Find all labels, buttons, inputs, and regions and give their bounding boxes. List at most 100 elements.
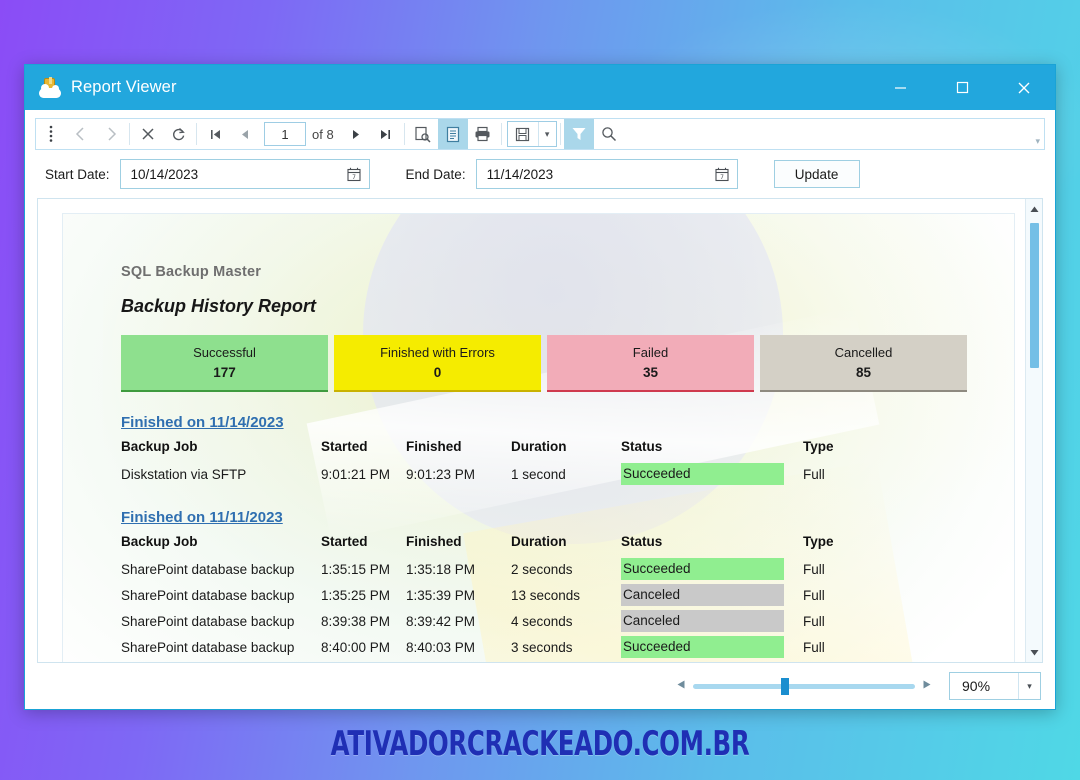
update-button[interactable]: Update (773, 160, 860, 188)
table-header-row: Backup Job Started Finished Duration Sta… (121, 439, 863, 461)
backup-history-table: Backup Job Started Finished Duration Sta… (121, 439, 863, 487)
zoom-increase-icon[interactable] (923, 680, 931, 692)
table-row: SharePoint database backup 1:35:25 PM 1:… (121, 582, 863, 608)
cell-status: Canceled (621, 582, 803, 608)
status-bar: 90% ▾ (25, 663, 1055, 709)
report-page: SQL Backup Master Backup History Report … (62, 213, 1015, 662)
cell-started: 8:39:38 PM (321, 613, 391, 629)
column-header-status: Status (621, 439, 663, 454)
close-button[interactable] (993, 65, 1055, 110)
refresh-icon[interactable] (163, 119, 193, 149)
toolbar-divider (196, 123, 197, 145)
chevron-down-icon[interactable]: ▾ (1018, 673, 1040, 699)
card-label: Successful (193, 345, 256, 360)
first-page-icon[interactable] (200, 119, 230, 149)
column-header-started: Started (321, 534, 368, 549)
zoom-level-dropdown[interactable]: 90% ▾ (949, 672, 1041, 700)
start-date-value: 10/14/2023 (130, 166, 199, 182)
card-label: Failed (632, 345, 669, 360)
cell-type: Full (803, 613, 825, 629)
cell-finished: 9:01:23 PM (406, 466, 476, 482)
next-page-icon[interactable] (341, 119, 371, 149)
maximize-button[interactable] (931, 65, 993, 110)
summary-card-failed: Failed 35 (547, 335, 754, 392)
table-row: SharePoint database backup 8:39:38 PM 8:… (121, 608, 863, 634)
cell-started: 8:40:00 PM (321, 639, 391, 655)
group-heading[interactable]: Finished on 11/11/2023 (121, 509, 1014, 526)
cell-type: Full (803, 466, 825, 482)
report-vertical-scrollbar[interactable] (1025, 199, 1042, 662)
report-brand: SQL Backup Master (121, 264, 262, 280)
card-value: 177 (213, 365, 236, 380)
end-date-input[interactable]: 11/14/2023 7 (475, 159, 738, 189)
toolbar-overflow-caret[interactable]: ▾ (1035, 136, 1040, 147)
cell-finished: 8:39:42 PM (406, 613, 476, 629)
calendar-icon[interactable]: 7 (346, 167, 361, 182)
save-dropdown-caret[interactable]: ▾ (537, 122, 556, 146)
date-filter-bar: Start Date: 10/14/2023 7 End Date: 11/14… (25, 150, 1055, 198)
start-date-label: Start Date: (45, 166, 110, 182)
cell-job: SharePoint database backup (121, 561, 295, 577)
search-icon[interactable] (594, 119, 624, 149)
cell-finished: 8:40:03 PM (406, 639, 476, 655)
cell-finished: 1:35:39 PM (406, 587, 476, 603)
svg-text:7: 7 (352, 173, 356, 180)
cell-type: Full (803, 561, 825, 577)
cell-duration: 3 seconds (511, 639, 573, 655)
page-number-input[interactable]: 1 (264, 122, 306, 146)
zoom-slider-track[interactable] (693, 677, 915, 695)
column-header-duration: Duration (511, 439, 567, 454)
back-arrow-icon[interactable] (66, 119, 96, 149)
scrollbar-thumb[interactable] (1030, 223, 1039, 368)
column-header-type: Type (803, 534, 834, 549)
table-row: SharePoint database backup 8:40:00 PM 8:… (121, 634, 863, 660)
cell-type: Full (803, 587, 825, 603)
summary-cards: Successful 177 Finished with Errors 0 Fa… (121, 335, 1014, 392)
start-date-input[interactable]: 10/14/2023 7 (119, 159, 370, 189)
page-count-label: of 8 (312, 126, 334, 142)
report-viewer-window: Report Viewer 1 of 8 ▾ ▾ Start Date: 10/… (24, 64, 1056, 710)
toolbar-container: 1 of 8 ▾ ▾ (25, 110, 1055, 150)
summary-card-cancelled: Cancelled 85 (760, 335, 967, 392)
column-header-backup-job: Backup Job (121, 439, 198, 454)
cell-finished: 1:35:18 PM (406, 561, 476, 577)
cell-duration: 1 second (511, 466, 566, 482)
last-page-icon[interactable] (371, 119, 401, 149)
print-icon[interactable] (468, 119, 498, 149)
minimize-button[interactable] (869, 65, 931, 110)
site-watermark: ATIVADORCRACKEADO.COM.BR (330, 724, 750, 764)
funnel-filter-icon[interactable] (563, 119, 594, 149)
zoom-decrease-icon[interactable] (677, 680, 685, 692)
page-layout-icon[interactable] (437, 119, 468, 149)
database-cloud-icon (39, 76, 61, 99)
print-preview-icon[interactable] (408, 119, 438, 149)
scroll-up-icon[interactable] (1026, 201, 1043, 217)
status-badge: Succeeded (621, 463, 784, 485)
overflow-menu-icon[interactable] (36, 119, 66, 149)
stop-icon[interactable] (133, 119, 163, 149)
scroll-down-icon[interactable] (1026, 644, 1043, 660)
cell-job: Diskstation via SFTP (121, 466, 247, 482)
toolbar-divider (500, 123, 502, 145)
column-header-backup-job: Backup Job (121, 534, 198, 549)
status-badge: Succeeded (621, 558, 784, 580)
calendar-icon[interactable]: 7 (715, 167, 729, 182)
zoom-slider[interactable] (677, 677, 931, 695)
previous-page-icon[interactable] (230, 119, 260, 149)
zoom-slider-thumb[interactable] (781, 677, 789, 695)
toolbar-divider (129, 123, 130, 145)
group-heading[interactable]: Finished on 11/14/2023 (121, 414, 1014, 431)
save-icon[interactable] (508, 122, 538, 146)
backup-history-table: Backup Job Started Finished Duration Sta… (121, 534, 863, 660)
column-header-started: Started (321, 439, 368, 454)
card-value: 0 (433, 365, 442, 380)
forward-arrow-icon[interactable] (96, 119, 126, 149)
save-dropdown[interactable]: ▾ (506, 121, 557, 147)
toolbar-divider (559, 123, 561, 145)
zoom-level-value: 90% (962, 678, 991, 694)
table-header-row: Backup Job Started Finished Duration Sta… (121, 534, 863, 556)
cell-type: Full (803, 639, 825, 655)
column-header-type: Type (803, 439, 834, 454)
end-date-value: 11/14/2023 (486, 166, 554, 182)
status-badge: Canceled (621, 584, 784, 606)
